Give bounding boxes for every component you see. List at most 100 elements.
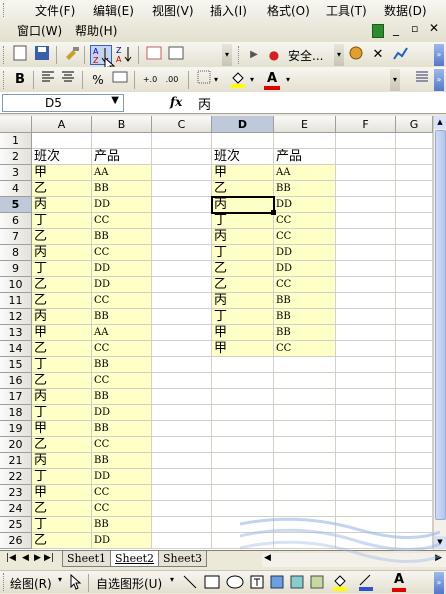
product-cell[interactable]: CC — [92, 485, 152, 501]
shift-cell[interactable]: 乙 — [32, 277, 92, 293]
name-box-dropdown-icon[interactable]: ▼ — [111, 95, 119, 106]
minimize-icon[interactable]: _ — [393, 22, 399, 36]
menu-help[interactable]: 帮助(H) — [75, 22, 117, 40]
shift-cell[interactable]: 乙 — [32, 293, 92, 309]
cell[interactable] — [396, 533, 433, 549]
menu-tools[interactable]: 工具(T) — [326, 2, 367, 20]
play-icon[interactable]: ▶ — [244, 45, 264, 65]
toolbar-options-chevron-icon[interactable]: » — [434, 69, 444, 91]
line-color-icon[interactable] — [358, 573, 374, 594]
rectangle-icon[interactable] — [204, 575, 220, 592]
cell[interactable] — [336, 293, 396, 309]
fx-icon[interactable]: fx — [170, 95, 182, 109]
product-cell[interactable]: DD — [92, 277, 152, 293]
currency-icon[interactable] — [110, 70, 130, 90]
product-cell[interactable]: DD — [274, 197, 336, 213]
cell[interactable] — [212, 533, 274, 549]
scroll-right-icon[interactable]: ▶ — [435, 553, 442, 563]
row-header[interactable]: 3 — [0, 165, 32, 181]
row-header[interactable]: 10 — [0, 277, 32, 293]
cell[interactable] — [274, 517, 336, 533]
fill-handle[interactable] — [271, 210, 276, 215]
scroll-thumb[interactable] — [435, 130, 446, 520]
product-header[interactable]: 产品 — [92, 149, 152, 165]
shift-cell[interactable]: 甲 — [212, 165, 274, 181]
column-header-g[interactable]: G — [396, 116, 433, 133]
shift-cell[interactable]: 丙 — [32, 453, 92, 469]
fill-color-icon[interactable] — [228, 70, 248, 90]
dropdown-arrow-icon[interactable]: ▾ — [170, 575, 174, 584]
shift-cell[interactable]: 甲 — [32, 165, 92, 181]
cell[interactable] — [274, 453, 336, 469]
first-sheet-icon[interactable]: |◀ — [6, 553, 16, 563]
sheet-tab-1[interactable]: Sheet1 — [62, 551, 112, 567]
column-header-c[interactable]: C — [152, 116, 212, 133]
toolbar-options-chevron-icon[interactable]: ▾ — [390, 69, 400, 91]
row-header[interactable]: 1 — [0, 133, 32, 149]
cell[interactable] — [274, 533, 336, 549]
cell[interactable] — [396, 181, 433, 197]
draw-menu-button[interactable]: 绘图(R) — [10, 575, 52, 592]
cell[interactable] — [152, 405, 212, 421]
list-icon[interactable] — [412, 70, 432, 90]
cell[interactable] — [336, 517, 396, 533]
product-cell[interactable]: CC — [92, 373, 152, 389]
cell[interactable] — [396, 469, 433, 485]
security-button[interactable]: 安全... — [288, 47, 323, 64]
cell[interactable] — [152, 453, 212, 469]
product-cell[interactable]: BB — [92, 229, 152, 245]
cell[interactable] — [212, 517, 274, 533]
cell[interactable] — [336, 373, 396, 389]
shift-cell[interactable]: 甲 — [32, 421, 92, 437]
cell[interactable] — [274, 133, 336, 149]
cell[interactable] — [396, 341, 433, 357]
product-cell[interactable]: CC — [92, 341, 152, 357]
cell[interactable] — [396, 437, 433, 453]
row-header[interactable]: 26 — [0, 533, 32, 549]
cell[interactable] — [396, 325, 433, 341]
cell[interactable] — [152, 181, 212, 197]
cell[interactable] — [212, 357, 274, 373]
shift-cell[interactable]: 甲 — [32, 325, 92, 341]
cell[interactable] — [152, 389, 212, 405]
cell[interactable] — [336, 405, 396, 421]
save-icon[interactable] — [32, 45, 52, 65]
row-header[interactable]: 17 — [0, 389, 32, 405]
cell[interactable] — [396, 309, 433, 325]
shift-cell[interactable]: 乙 — [32, 181, 92, 197]
column-header-a[interactable]: A — [32, 116, 92, 133]
cell[interactable] — [336, 261, 396, 277]
cell[interactable] — [152, 197, 212, 213]
last-sheet-icon[interactable]: ▶| — [44, 553, 54, 563]
product-cell[interactable]: BB — [92, 389, 152, 405]
menu-file[interactable]: 文件(F) — [35, 2, 75, 20]
chart-icon[interactable] — [390, 45, 410, 65]
row-header[interactable]: 20 — [0, 437, 32, 453]
cell[interactable] — [336, 501, 396, 517]
cell[interactable] — [336, 213, 396, 229]
shift-cell[interactable]: 甲 — [212, 341, 274, 357]
row-header[interactable]: 21 — [0, 453, 32, 469]
cell[interactable] — [152, 261, 212, 277]
cell[interactable] — [396, 197, 433, 213]
shift-cell[interactable]: 丙 — [212, 293, 274, 309]
cell[interactable] — [336, 437, 396, 453]
select-objects-icon[interactable] — [70, 573, 82, 593]
product-cell[interactable]: DD — [92, 533, 152, 549]
cell[interactable] — [396, 229, 433, 245]
product-header[interactable]: 产品 — [274, 149, 336, 165]
product-cell[interactable]: CC — [274, 341, 336, 357]
line-icon[interactable] — [182, 574, 198, 593]
borders-icon[interactable] — [194, 70, 214, 90]
cell[interactable] — [336, 469, 396, 485]
cell[interactable] — [152, 341, 212, 357]
cell[interactable] — [396, 453, 433, 469]
shift-cell[interactable]: 乙 — [32, 341, 92, 357]
restore-icon[interactable]: ▫ — [411, 22, 418, 35]
drawing-icon[interactable] — [166, 45, 186, 65]
font-color-button[interactable]: A — [262, 68, 282, 90]
picture-icon[interactable] — [290, 575, 304, 592]
shift-cell[interactable]: 甲 — [212, 325, 274, 341]
format-painter-icon[interactable] — [62, 45, 82, 65]
toolbar-options-chevron-icon[interactable]: » — [434, 572, 444, 594]
